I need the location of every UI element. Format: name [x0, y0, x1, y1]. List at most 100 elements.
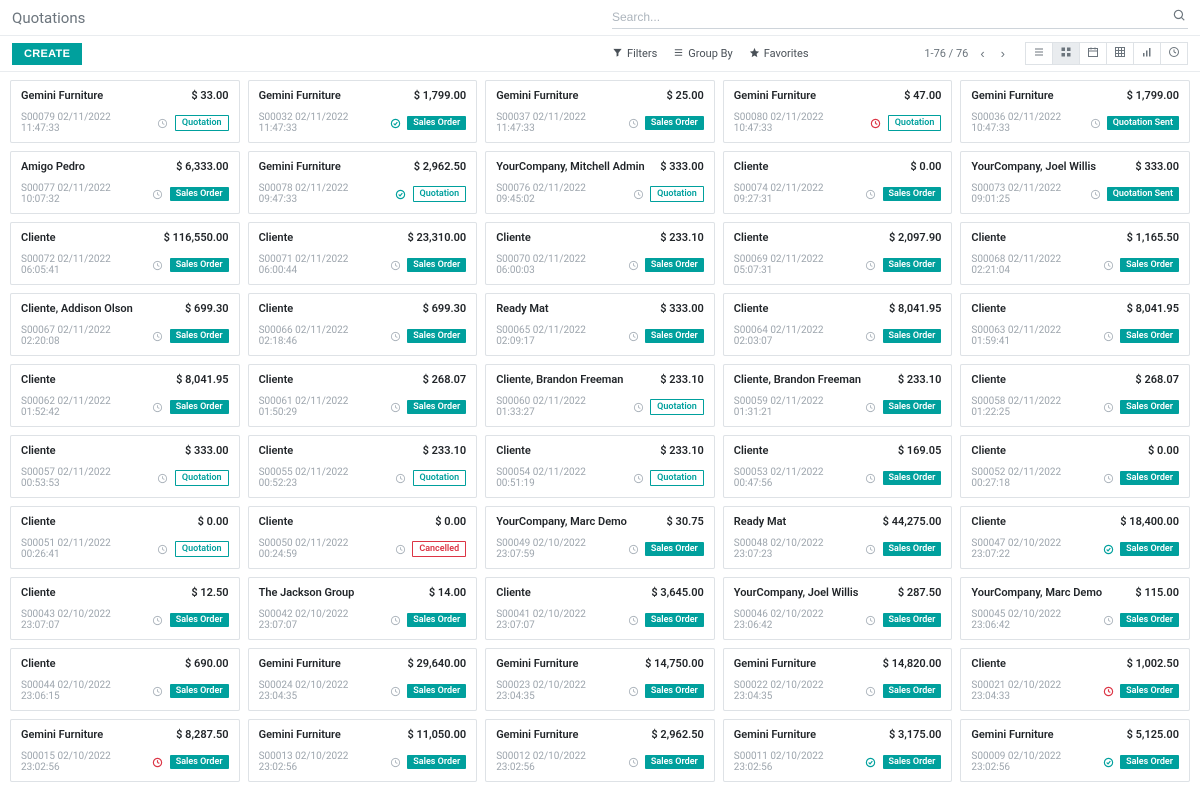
- activity-icon[interactable]: [1103, 472, 1114, 484]
- activity-icon[interactable]: [865, 401, 876, 413]
- quotation-card[interactable]: Cliente$ 233.10S00070 02/11/2022 06:00:0…: [485, 222, 715, 285]
- favorites-dropdown[interactable]: Favorites: [749, 47, 809, 61]
- activity-icon[interactable]: [390, 330, 401, 342]
- quotation-card[interactable]: Gemini Furniture$ 3,175.00S00011 02/10/2…: [723, 719, 953, 782]
- activity-icon[interactable]: [1103, 543, 1114, 555]
- quotation-card[interactable]: Amigo Pedro$ 6,333.00S00077 02/11/2022 1…: [10, 151, 240, 214]
- quotation-card[interactable]: Cliente, Brandon Freeman$ 233.10S00060 0…: [485, 364, 715, 427]
- quotation-card[interactable]: Cliente$ 8,041.95S00063 02/11/2022 01:59…: [960, 293, 1190, 356]
- activity-icon[interactable]: [157, 472, 169, 484]
- filters-dropdown[interactable]: Filters: [612, 47, 657, 61]
- activity-icon[interactable]: [390, 756, 401, 768]
- activity-icon[interactable]: [152, 259, 163, 271]
- activity-icon[interactable]: [157, 543, 169, 555]
- activity-icon[interactable]: [390, 685, 401, 697]
- activity-icon[interactable]: [1103, 330, 1114, 342]
- quotation-card[interactable]: Cliente$ 169.05S00053 02/11/2022 00:47:5…: [723, 435, 953, 498]
- view-list-button[interactable]: [1026, 43, 1053, 64]
- activity-icon[interactable]: [627, 543, 638, 555]
- activity-icon[interactable]: [865, 756, 876, 768]
- activity-icon[interactable]: [394, 543, 406, 555]
- activity-icon[interactable]: [627, 259, 638, 271]
- quotation-card[interactable]: Cliente$ 8,041.95S00062 02/11/2022 01:52…: [10, 364, 240, 427]
- view-kanban-button[interactable]: [1053, 43, 1080, 64]
- quotation-card[interactable]: Cliente$ 0.00S00052 02/11/2022 00:27:18S…: [960, 435, 1190, 498]
- activity-icon[interactable]: [1103, 401, 1114, 413]
- activity-icon[interactable]: [632, 188, 644, 200]
- pager-next-button[interactable]: ›: [997, 44, 1009, 63]
- quotation-card[interactable]: Cliente$ 699.30S00066 02/11/2022 02:18:4…: [248, 293, 478, 356]
- quotation-card[interactable]: Cliente$ 268.07S00061 02/11/2022 01:50:2…: [248, 364, 478, 427]
- view-activity-button[interactable]: [1161, 43, 1187, 64]
- pager-prev-button[interactable]: ‹: [976, 44, 988, 63]
- quotation-card[interactable]: YourCompany, Marc Demo$ 30.75S00049 02/1…: [485, 506, 715, 569]
- quotation-card[interactable]: Cliente, Brandon Freeman$ 233.10S00059 0…: [723, 364, 953, 427]
- quotation-card[interactable]: Cliente$ 1,002.50S00021 02/10/2022 23:04…: [960, 648, 1190, 711]
- quotation-card[interactable]: The Jackson Group$ 14.00S00042 02/10/202…: [248, 577, 478, 640]
- activity-icon[interactable]: [157, 117, 169, 129]
- activity-icon[interactable]: [1103, 614, 1114, 626]
- activity-icon[interactable]: [1103, 685, 1114, 697]
- activity-icon[interactable]: [865, 472, 876, 484]
- quotation-card[interactable]: Gemini Furniture$ 14,820.00S00022 02/10/…: [723, 648, 953, 711]
- quotation-card[interactable]: Cliente$ 12.50S00043 02/10/2022 23:07:07…: [10, 577, 240, 640]
- quotation-card[interactable]: YourCompany, Marc Demo$ 115.00S00045 02/…: [960, 577, 1190, 640]
- activity-icon[interactable]: [395, 188, 407, 200]
- quotation-card[interactable]: YourCompany, Joel Willis$ 333.00S00073 0…: [960, 151, 1190, 214]
- quotation-card[interactable]: Cliente$ 1,165.50S00068 02/11/2022 02:21…: [960, 222, 1190, 285]
- quotation-card[interactable]: Cliente$ 23,310.00S00071 02/11/2022 06:0…: [248, 222, 478, 285]
- activity-icon[interactable]: [152, 330, 163, 342]
- search-input[interactable]: [612, 6, 1188, 29]
- activity-icon[interactable]: [865, 259, 876, 271]
- activity-icon[interactable]: [1090, 117, 1101, 129]
- quotation-card[interactable]: YourCompany, Joel Willis$ 287.50S00046 0…: [723, 577, 953, 640]
- create-button[interactable]: CREATE: [12, 43, 82, 65]
- quotation-card[interactable]: Cliente$ 268.07S00058 02/11/2022 01:22:2…: [960, 364, 1190, 427]
- view-calendar-button[interactable]: [1080, 43, 1107, 64]
- activity-icon[interactable]: [865, 614, 876, 626]
- quotation-card[interactable]: Gemini Furniture$ 11,050.00S00013 02/10/…: [248, 719, 478, 782]
- quotation-card[interactable]: Gemini Furniture$ 2,962.50S00012 02/10/2…: [485, 719, 715, 782]
- quotation-card[interactable]: Gemini Furniture$ 8,287.50S00015 02/10/2…: [10, 719, 240, 782]
- activity-icon[interactable]: [152, 756, 163, 768]
- quotation-card[interactable]: Gemini Furniture$ 33.00S00079 02/11/2022…: [10, 80, 240, 143]
- quotation-card[interactable]: Gemini Furniture$ 1,799.00S00036 02/11/2…: [960, 80, 1190, 143]
- activity-icon[interactable]: [152, 401, 163, 413]
- activity-icon[interactable]: [390, 614, 401, 626]
- quotation-card[interactable]: Gemini Furniture$ 5,125.00S00009 02/10/2…: [960, 719, 1190, 782]
- activity-icon[interactable]: [152, 685, 163, 697]
- activity-icon[interactable]: [865, 330, 876, 342]
- view-pivot-button[interactable]: [1107, 43, 1134, 64]
- activity-icon[interactable]: [865, 188, 876, 200]
- groupby-dropdown[interactable]: Group By: [673, 47, 732, 61]
- quotation-card[interactable]: Cliente$ 3,645.00S00041 02/10/2022 23:07…: [485, 577, 715, 640]
- activity-icon[interactable]: [865, 543, 876, 555]
- activity-icon[interactable]: [627, 330, 638, 342]
- activity-icon[interactable]: [390, 117, 401, 129]
- quotation-card[interactable]: YourCompany, Mitchell Admin$ 333.00S0007…: [485, 151, 715, 214]
- activity-icon[interactable]: [632, 401, 644, 413]
- activity-icon[interactable]: [1103, 259, 1114, 271]
- activity-icon[interactable]: [152, 614, 163, 626]
- activity-icon[interactable]: [395, 472, 407, 484]
- quotation-card[interactable]: Cliente$ 2,097.90S00069 02/11/2022 05:07…: [723, 222, 953, 285]
- activity-icon[interactable]: [1103, 756, 1114, 768]
- search-icon[interactable]: [1172, 8, 1186, 26]
- quotation-card[interactable]: Cliente$ 116,550.00S00072 02/11/2022 06:…: [10, 222, 240, 285]
- pager-text[interactable]: 1-76 / 76: [924, 47, 968, 60]
- activity-icon[interactable]: [632, 472, 644, 484]
- quotation-card[interactable]: Cliente$ 233.10S00055 02/11/2022 00:52:2…: [248, 435, 478, 498]
- quotation-card[interactable]: Gemini Furniture$ 2,962.50S00078 02/11/2…: [248, 151, 478, 214]
- activity-icon[interactable]: [627, 685, 638, 697]
- quotation-card[interactable]: Cliente, Addison Olson$ 699.30S00067 02/…: [10, 293, 240, 356]
- activity-icon[interactable]: [1090, 188, 1101, 200]
- quotation-card[interactable]: Gemini Furniture$ 1,799.00S00032 02/11/2…: [248, 80, 478, 143]
- quotation-card[interactable]: Cliente$ 0.00S00074 02/11/2022 09:27:31S…: [723, 151, 953, 214]
- quotation-card[interactable]: Gemini Furniture$ 47.00S00080 02/11/2022…: [723, 80, 953, 143]
- quotation-card[interactable]: Cliente$ 690.00S00044 02/10/2022 23:06:1…: [10, 648, 240, 711]
- activity-icon[interactable]: [627, 614, 638, 626]
- quotation-card[interactable]: Gemini Furniture$ 14,750.00S00023 02/10/…: [485, 648, 715, 711]
- activity-icon[interactable]: [627, 117, 638, 129]
- quotation-card[interactable]: Ready Mat$ 44,275.00S00048 02/10/2022 23…: [723, 506, 953, 569]
- quotation-card[interactable]: Cliente$ 0.00S00051 02/11/2022 00:26:41Q…: [10, 506, 240, 569]
